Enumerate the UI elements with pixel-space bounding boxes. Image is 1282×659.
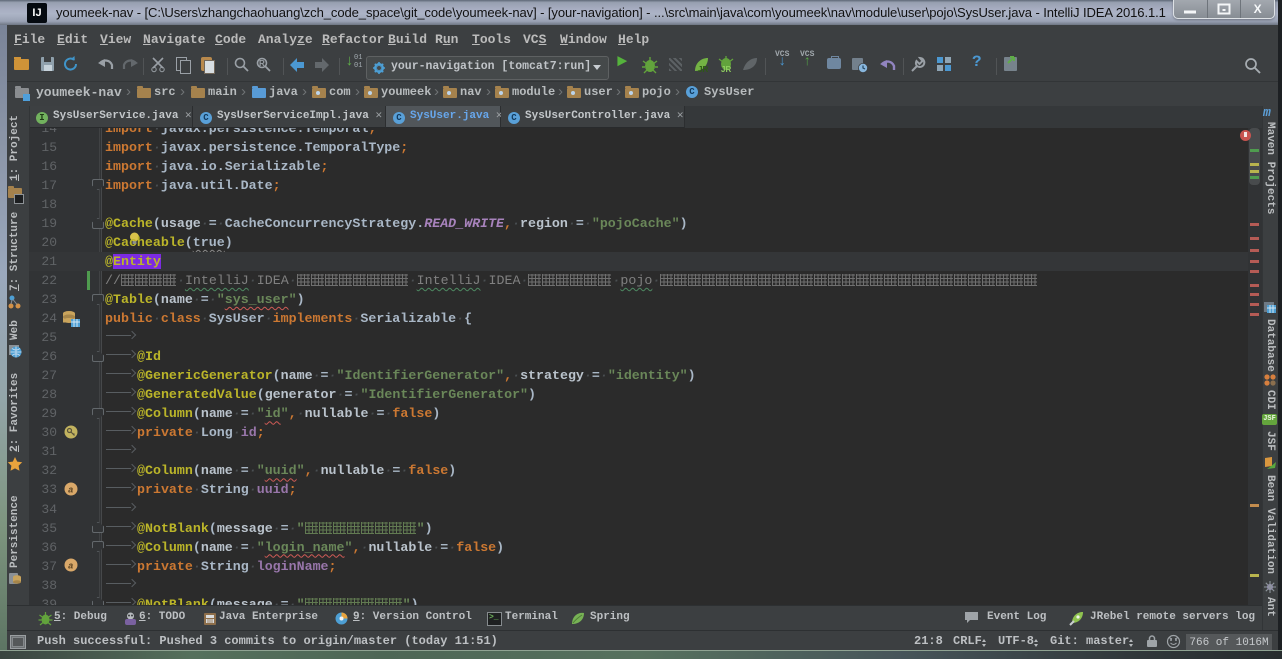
- svg-text:JR: JR: [721, 65, 731, 74]
- svg-text:R: R: [259, 59, 265, 68]
- svg-text:JR: JR: [698, 65, 708, 74]
